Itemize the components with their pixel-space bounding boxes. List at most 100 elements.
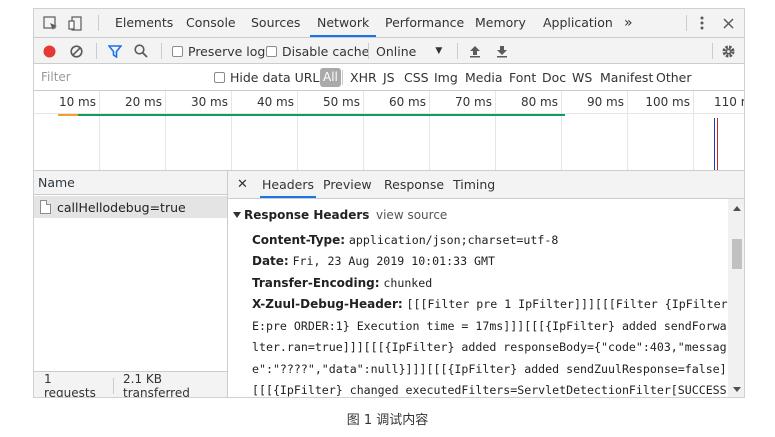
dom-content-loaded-line — [714, 118, 715, 170]
scroll-up-arrow-icon[interactable] — [733, 206, 741, 211]
type-filter-xhr[interactable]: XHR — [350, 64, 377, 91]
preserve-log-checkbox[interactable]: Preserve log — [172, 38, 265, 64]
tab-performance[interactable]: Performance — [385, 9, 464, 37]
scroll-down-arrow-icon[interactable] — [733, 387, 741, 392]
tab-memory[interactable]: Memory — [475, 9, 526, 37]
load-event-line — [717, 118, 718, 170]
request-count: 1 requests — [44, 371, 96, 398]
disable-cache-label: Disable cache — [282, 43, 370, 59]
device-toolbar-icon[interactable] — [67, 9, 83, 37]
triangle-down-icon — [233, 212, 241, 218]
header-value-continuation: e":"????","data":null}]]][[[{IpFilter} a… — [252, 362, 728, 376]
header-content-type: Content-Type: application/json;charset=u… — [252, 233, 558, 247]
type-filter-ws[interactable]: WS — [572, 64, 592, 91]
more-tabs-icon[interactable]: » — [624, 9, 633, 37]
tab-headers[interactable]: Headers — [260, 171, 317, 198]
timeline-tick-label: 110 r — [714, 95, 744, 109]
overview-timeline[interactable]: 10 ms 20 ms 30 ms 40 ms 50 ms 60 ms 70 m… — [34, 91, 744, 171]
clear-icon[interactable] — [70, 38, 83, 64]
response-headers-toggle[interactable]: Response Headers — [233, 208, 369, 222]
header-value: [[[Filter pre 1 IpFilter]]][[[Filter {Ip… — [406, 297, 729, 311]
details-tab-bar: ✕ Headers Preview Response Timing — [228, 171, 744, 199]
customize-menu-icon[interactable] — [697, 9, 707, 37]
name-column-header[interactable]: Name — [34, 171, 227, 195]
tab-preview[interactable]: Preview — [323, 171, 372, 198]
timeline-tick-label: 40 ms — [256, 95, 294, 109]
scrollbar-thumb[interactable] — [732, 239, 742, 269]
type-filter-all[interactable]: All — [320, 64, 341, 91]
header-key: Content-Type: — [252, 233, 346, 247]
document-icon — [40, 200, 51, 214]
throttle-value: Online — [376, 43, 417, 59]
download-bar — [78, 114, 565, 116]
type-filter-manifest[interactable]: Manifest — [600, 64, 653, 91]
type-filter-img[interactable]: Img — [434, 64, 458, 91]
tab-response[interactable]: Response — [384, 171, 444, 198]
settings-gear-icon[interactable] — [721, 38, 736, 64]
close-details-icon[interactable]: ✕ — [237, 171, 248, 198]
filter-input[interactable]: Filter — [36, 67, 201, 88]
type-filter-all-label: All — [320, 68, 341, 87]
type-filter-js[interactable]: JS — [383, 64, 395, 91]
header-value: application/json;charset=utf-8 — [348, 233, 559, 247]
throttle-select[interactable]: Online ▼ — [376, 38, 442, 64]
transferred-size: 2.1 KB transferred — [123, 371, 190, 398]
tab-elements[interactable]: Elements — [115, 9, 173, 37]
header-value-continuation: lter.ran=true]]][[[{IpFilter} added resp… — [252, 340, 727, 354]
tab-network[interactable]: Network — [310, 9, 377, 37]
request-details-pane: ✕ Headers Preview Response Timing Respon… — [228, 171, 744, 397]
type-filter-other[interactable]: Other — [656, 64, 692, 91]
timeline-tick-label: 10 ms — [58, 95, 96, 109]
type-filter-font[interactable]: Font — [509, 64, 536, 91]
main-tab-bar: Elements Console Sources Network Perform… — [34, 9, 744, 38]
type-filter-css[interactable]: CSS — [404, 64, 429, 91]
timeline-tick-label: 50 ms — [322, 95, 360, 109]
type-filter-doc[interactable]: Doc — [542, 64, 566, 91]
timeline-tick-label: 90 ms — [586, 95, 624, 109]
checkbox-box — [266, 45, 277, 57]
requests-pane: Name callHellodebug=true 1 requests 2.1 … — [34, 171, 228, 398]
record-icon[interactable] — [43, 38, 56, 64]
timeline-tick-label: 30 ms — [190, 95, 228, 109]
preserve-log-label: Preserve log — [188, 43, 266, 59]
search-icon[interactable] — [134, 38, 148, 64]
timeline-tick-label: 20 ms — [124, 95, 162, 109]
timeline-tick-label: 60 ms — [388, 95, 426, 109]
import-har-icon[interactable] — [469, 38, 481, 64]
tab-application[interactable]: Application — [543, 9, 613, 37]
network-status-bar: 1 requests 2.1 KB transferred — [34, 371, 227, 398]
checkbox-box — [172, 45, 183, 57]
header-x-zuul-debug: X-Zuul-Debug-Header: [[[Filter pre 1 IpF… — [252, 297, 728, 311]
network-toolbar: Preserve log Disable cache Online ▼ — [34, 38, 744, 64]
devtools-window: Elements Console Sources Network Perform… — [33, 8, 745, 398]
request-row[interactable]: callHellodebug=true — [34, 196, 227, 218]
header-key: Transfer-Encoding: — [252, 276, 380, 290]
hide-data-urls-checkbox[interactable]: Hide data URLs — [214, 64, 326, 91]
tab-console[interactable]: Console — [186, 9, 236, 37]
filter-funnel-icon[interactable] — [108, 38, 122, 64]
export-har-icon[interactable] — [496, 38, 508, 64]
view-source-link[interactable]: view source — [376, 208, 447, 222]
header-value: chunked — [383, 276, 433, 290]
close-icon[interactable] — [721, 9, 735, 37]
tab-sources[interactable]: Sources — [251, 9, 300, 37]
header-date: Date: Fri, 23 Aug 2019 10:01:33 GMT — [252, 254, 495, 268]
response-headers-title: Response Headers — [244, 208, 370, 222]
checkbox-box — [214, 72, 225, 83]
filter-bar: Filter Hide data URLs All XHR JS CSS Img… — [34, 64, 744, 91]
figure-caption: 图 1 调试内容 — [346, 413, 429, 428]
header-value-continuation: E:pre ORDER:1} Execution time = 17ms]]][… — [252, 319, 728, 333]
header-value: Fri, 23 Aug 2019 10:01:33 GMT — [292, 254, 495, 268]
details-scrollbar[interactable] — [728, 199, 744, 397]
headers-content: Response Headers view source Content-Typ… — [228, 199, 728, 397]
timeline-tick-label: 70 ms — [454, 95, 492, 109]
header-transfer-encoding: Transfer-Encoding: chunked — [252, 276, 432, 290]
chevron-down-icon: ▼ — [435, 46, 443, 56]
request-name: callHellodebug=true — [57, 199, 186, 215]
tab-timing[interactable]: Timing — [453, 171, 495, 198]
type-filter-media[interactable]: Media — [465, 64, 503, 91]
disable-cache-checkbox[interactable]: Disable cache — [266, 38, 369, 64]
inspect-element-icon[interactable] — [42, 9, 58, 37]
hide-data-urls-label: Hide data URLs — [230, 70, 326, 85]
waiting-bar — [58, 114, 78, 116]
